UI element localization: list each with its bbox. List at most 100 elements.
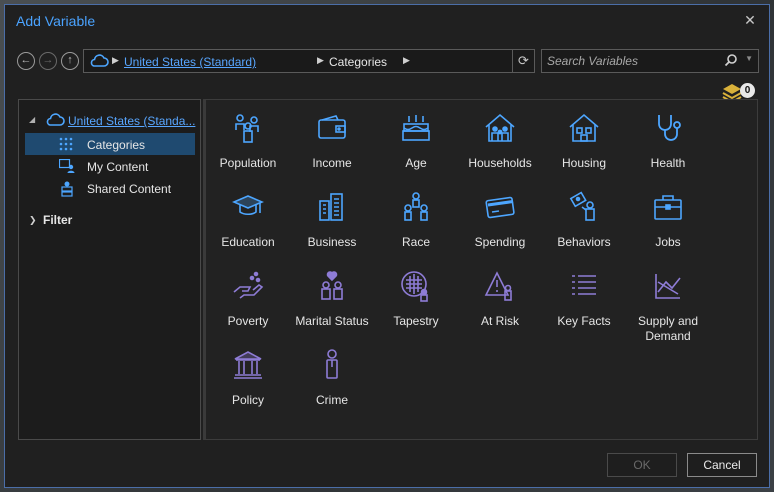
category-label: Population — [219, 156, 277, 170]
ok-button[interactable]: OK — [607, 453, 677, 477]
dialog-title: Add Variable — [16, 13, 96, 29]
buildings-icon — [319, 193, 343, 221]
cancel-button[interactable]: Cancel — [687, 453, 757, 477]
government-icon — [234, 351, 262, 379]
category-crime[interactable]: Crime — [290, 337, 374, 409]
category-label: Marital Status — [295, 314, 369, 328]
cloud-icon — [89, 54, 109, 73]
category-spending[interactable]: Spending — [458, 179, 542, 251]
up-button[interactable]: ↑ — [61, 52, 79, 70]
breadcrumb-separator: ▶ — [112, 55, 119, 65]
category-label: Education — [221, 235, 275, 249]
category-tapestry[interactable]: Tapestry — [374, 258, 458, 330]
cloud-icon — [45, 112, 65, 133]
forward-button[interactable]: → — [39, 52, 57, 70]
behaviors-icon — [569, 191, 595, 221]
population-icon — [235, 114, 259, 143]
category-jobs[interactable]: Jobs — [626, 179, 710, 251]
category-supply-and-demand[interactable]: Supply and Demand — [626, 258, 710, 343]
my-content-icon — [58, 158, 75, 178]
briefcase-icon — [654, 195, 682, 220]
category-label: Business — [307, 235, 357, 249]
category-housing[interactable]: Housing — [542, 100, 626, 172]
category-label: Behaviors — [557, 235, 611, 249]
add-variable-dialog: Add Variable ✕ ← → ↑ ▶ United States (St… — [4, 4, 770, 488]
breadcrumb-separator: ▶ — [317, 55, 324, 65]
category-label: Crime — [316, 393, 348, 407]
title-bar: Add Variable ✕ — [5, 5, 769, 37]
category-label: Housing — [561, 156, 607, 170]
category-households[interactable]: Households — [458, 100, 542, 172]
grid-icon — [59, 137, 73, 156]
selected-count-badge: 0 — [740, 83, 755, 98]
hand-coins-icon — [233, 271, 264, 299]
supply-demand-icon — [655, 274, 681, 299]
close-icon[interactable]: ✕ — [741, 11, 759, 29]
navigation-bar: ← → ↑ ▶ United States (Standard) ▶ Categ… — [17, 49, 759, 73]
tree-item-label: Shared Content — [87, 182, 172, 196]
person-icon — [326, 349, 338, 379]
back-button[interactable]: ← — [17, 52, 35, 70]
tree-item-categories[interactable]: Categories — [25, 133, 195, 155]
expand-triangle-icon[interactable]: ◢ — [29, 115, 35, 124]
category-marital-status[interactable]: Marital Status — [290, 258, 374, 330]
tree-item-label: My Content — [87, 160, 149, 174]
tapestry-icon — [401, 271, 428, 302]
household-icon — [485, 113, 515, 142]
category-age[interactable]: Age — [374, 100, 458, 172]
category-label: Spending — [474, 235, 526, 249]
category-label: Age — [405, 156, 427, 170]
tree-item-my-content[interactable]: My Content — [25, 155, 195, 177]
stethoscope-icon — [658, 115, 681, 141]
tree-root-item[interactable]: ◢ United States (Standa... — [19, 112, 200, 130]
filter-section-toggle[interactable]: ❯ Filter — [29, 212, 129, 230]
wallet-icon — [318, 115, 346, 139]
category-label: Households — [468, 156, 532, 170]
filter-label: Filter — [43, 213, 73, 227]
category-at-risk[interactable]: At Risk — [458, 258, 542, 330]
search-box: ▼ — [541, 49, 759, 73]
categories-panel: Population Income Age Households Housing… — [203, 99, 758, 440]
category-health[interactable]: Health — [626, 100, 710, 172]
credit-card-icon — [485, 196, 515, 219]
list-icon — [572, 275, 596, 295]
category-population[interactable]: Population — [206, 100, 290, 172]
category-label: Tapestry — [393, 314, 439, 328]
graduation-cap-icon — [232, 195, 264, 216]
tree-item-label: Categories — [87, 138, 146, 152]
tree-root-label[interactable]: United States (Standa... — [68, 114, 195, 128]
category-label: Poverty — [227, 314, 269, 328]
category-label: Race — [401, 235, 430, 249]
birthday-cake-icon — [402, 115, 430, 141]
people-icon — [404, 192, 428, 221]
search-input[interactable] — [547, 52, 717, 70]
category-race[interactable]: Race — [374, 179, 458, 251]
chevron-down-icon: ❯ — [29, 215, 37, 225]
warning-icon — [484, 271, 512, 301]
category-education[interactable]: Education — [206, 179, 290, 251]
category-label: Supply and Demand — [637, 314, 699, 343]
category-label: Key Facts — [557, 314, 611, 328]
tree-item-shared-content[interactable]: Shared Content — [25, 177, 195, 199]
category-label: Health — [650, 156, 686, 170]
breadcrumb-dropdown-arrow[interactable]: ▶ — [403, 55, 410, 66]
source-tree-panel: ◢ United States (Standa... Categories My… — [18, 99, 201, 440]
category-behaviors[interactable]: Behaviors — [542, 179, 626, 251]
category-poverty[interactable]: Poverty — [206, 258, 290, 330]
category-label: At Risk — [480, 314, 519, 328]
category-business[interactable]: Business — [290, 179, 374, 251]
chevron-down-icon[interactable]: ▼ — [745, 54, 753, 63]
category-income[interactable]: Income — [290, 100, 374, 172]
category-key-facts[interactable]: Key Facts — [542, 258, 626, 330]
category-label: Income — [312, 156, 352, 170]
breadcrumb-root-link[interactable]: United States (Standard) — [124, 55, 256, 69]
heart-couple-icon — [321, 271, 343, 300]
search-icon[interactable] — [724, 53, 738, 72]
refresh-icon[interactable]: ⟳ — [512, 50, 534, 72]
category-policy[interactable]: Policy — [206, 337, 290, 409]
breadcrumb: ▶ United States (Standard) ▶ Categories … — [83, 49, 535, 73]
category-label: Jobs — [655, 235, 681, 249]
category-label: Policy — [231, 393, 264, 407]
shared-content-icon — [59, 181, 75, 202]
house-icon — [569, 113, 599, 142]
